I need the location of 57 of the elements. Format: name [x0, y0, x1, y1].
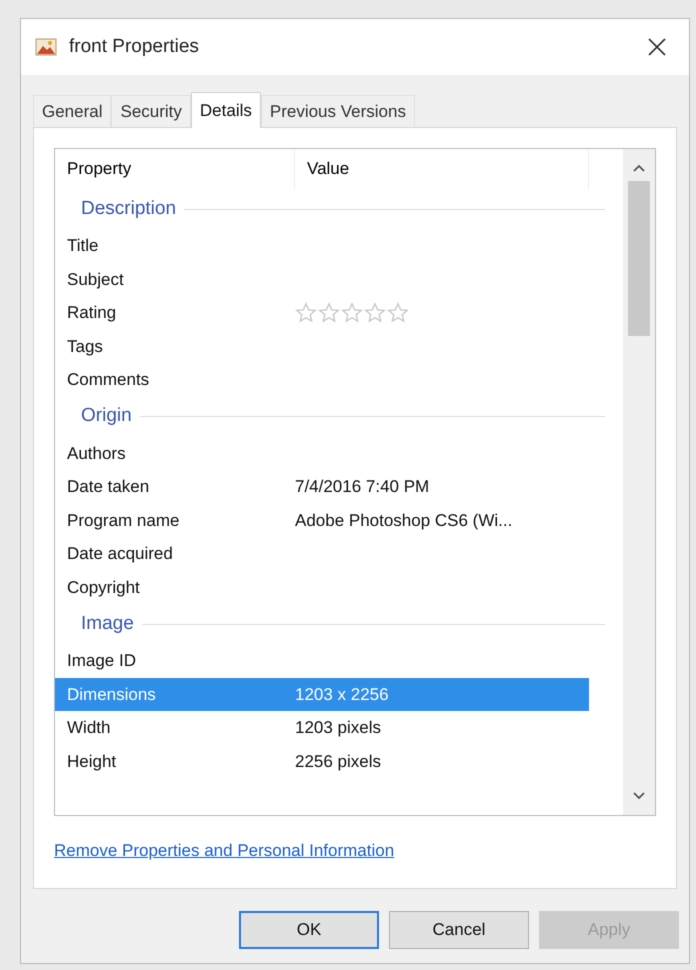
property-name: Authors [66, 442, 127, 464]
property-row[interactable]: Width 1203 pixels [55, 711, 589, 744]
property-name: Subject [66, 268, 125, 290]
property-name: Rating [66, 302, 118, 324]
star-icon[interactable] [341, 302, 363, 324]
property-row[interactable]: Image ID [55, 644, 589, 678]
star-icon[interactable] [318, 302, 340, 324]
star-icon[interactable] [387, 302, 409, 324]
property-value: Adobe Photoshop CS6 (Wi... [295, 510, 512, 532]
property-row[interactable]: Authors [55, 436, 589, 470]
property-row[interactable]: Rating [55, 296, 589, 330]
scrollbar[interactable] [623, 149, 655, 815]
scroll-up-icon[interactable] [632, 163, 646, 173]
property-name: Copyright [66, 576, 141, 598]
property-name: Tags [66, 336, 104, 358]
property-value: 2256 pixels [295, 750, 382, 772]
property-name: Title [66, 235, 100, 257]
property-row[interactable]: Tags [55, 330, 589, 363]
property-row[interactable]: Copyright [55, 570, 589, 604]
property-row[interactable]: Comments [55, 363, 589, 396]
tab[interactable]: General [33, 95, 112, 127]
column-header[interactable]: Value [295, 149, 589, 189]
property-name: Image ID [66, 650, 137, 672]
property-row[interactable]: Subject [55, 262, 589, 296]
property-name: Date taken [66, 476, 150, 498]
section-heading: Description [81, 196, 176, 221]
section-heading: Origin [81, 404, 132, 428]
property-name: Date acquired [66, 543, 174, 565]
property-name: Comments [66, 369, 150, 391]
remove-properties-link[interactable]: Remove Properties and Personal Information [54, 841, 394, 860]
tab[interactable]: Security [111, 95, 191, 127]
property-row[interactable]: Height 2256 pixels [55, 744, 589, 778]
property-name: Height [66, 750, 118, 772]
property-value: 1203 x 2256 [295, 684, 389, 706]
property-value: 1203 pixels [295, 717, 382, 739]
property-row[interactable]: Date taken 7/4/2016 7:40 PM [55, 470, 589, 504]
scroll-down-icon[interactable] [632, 791, 646, 801]
tab[interactable]: Details [190, 92, 261, 128]
property-row[interactable]: Date acquired [55, 537, 589, 570]
window-title: front Properties [69, 34, 199, 59]
rating-stars[interactable] [295, 302, 409, 324]
property-name: Program name [66, 510, 180, 532]
section-heading: Image [81, 612, 134, 636]
image-file-icon [35, 38, 57, 56]
property-name: Width [66, 717, 112, 739]
property-row[interactable]: Title [55, 229, 589, 262]
dialog-button[interactable]: OK [239, 911, 379, 949]
star-icon[interactable] [364, 302, 386, 324]
scrollbar-thumb[interactable] [628, 181, 650, 336]
property-value: 7/4/2016 7:40 PM [295, 476, 430, 498]
tab[interactable]: Previous Versions [260, 95, 415, 127]
property-name: Dimensions [66, 684, 157, 706]
dialog-button[interactable]: Cancel [389, 911, 529, 949]
star-icon[interactable] [295, 302, 317, 324]
close-icon [647, 37, 667, 57]
property-row[interactable]: Program name Adobe Photoshop CS6 (Wi... [55, 504, 589, 537]
column-header[interactable]: Property [55, 149, 295, 189]
